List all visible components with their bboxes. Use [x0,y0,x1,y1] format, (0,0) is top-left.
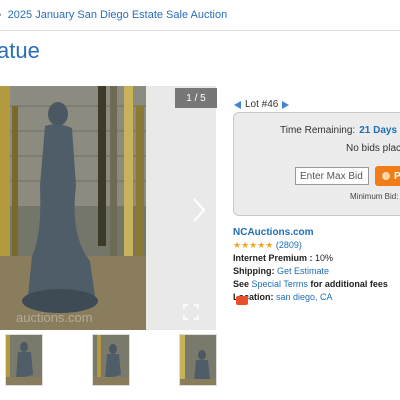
shipping-estimate-link[interactable]: Get Estimate [277,266,329,276]
thumbnail-1[interactable] [5,334,43,386]
premium-label: Internet Premium : [233,253,313,263]
shipping-label: Shipping: [233,266,275,276]
terms-suffix: for additional fees [310,279,388,289]
divider [0,30,400,31]
lot-navigation: Lot #46 [234,99,290,110]
time-remaining-label: Time Remaining: [280,125,356,136]
seller-badge-icon [236,296,248,305]
expand-icon [183,304,199,320]
breadcrumb-separator: › [0,9,2,21]
bid-status: No bids place [346,143,400,154]
main-photo[interactable]: auctions.com [0,86,146,330]
rating-stars-icon: ★★★★★ [233,240,274,250]
place-bid-label: P [394,170,400,182]
terms-prefix: See [233,279,250,289]
previous-lot-icon[interactable] [234,100,241,109]
time-remaining-value: 21 Days 38 [359,125,400,136]
seller-info: NCAuctions.com ★★★★★ (2809) Internet Pre… [233,226,388,304]
premium-value: 10% [315,253,334,263]
thumbnail-2[interactable] [92,334,130,386]
lot-number: Lot #46 [245,99,279,110]
seller-name-link[interactable]: NCAuctions.com [233,227,314,238]
next-image-button[interactable] [188,195,210,225]
chevron-right-icon [193,198,206,222]
fullscreen-button[interactable] [183,304,199,320]
image-counter: 1 / 5 [175,88,217,108]
page-title: atue [0,38,40,63]
rating-count-link[interactable]: (2809) [276,240,302,250]
minimum-bid: Minimum Bid: $ [350,192,400,201]
thumbnail-3[interactable] [179,334,217,386]
bid-panel: Time Remaining:21 Days 38 No bids place … [233,112,400,216]
image-gallery: auctions.com [0,86,216,330]
gavel-icon [382,172,390,180]
time-remaining: Time Remaining:21 Days 38 [280,125,400,136]
place-bid-button[interactable]: P [375,166,400,186]
max-bid-input[interactable] [295,167,369,185]
location-link[interactable]: san diego, CA [276,292,333,302]
breadcrumb: › 2025 January San Diego Estate Sale Auc… [0,6,227,24]
watermark-text: auctions.com [16,310,93,325]
next-lot-icon[interactable] [282,100,290,109]
breadcrumb-link-auction[interactable]: 2025 January San Diego Estate Sale Aucti… [8,9,228,21]
special-terms-link[interactable]: Special Terms [252,279,308,289]
